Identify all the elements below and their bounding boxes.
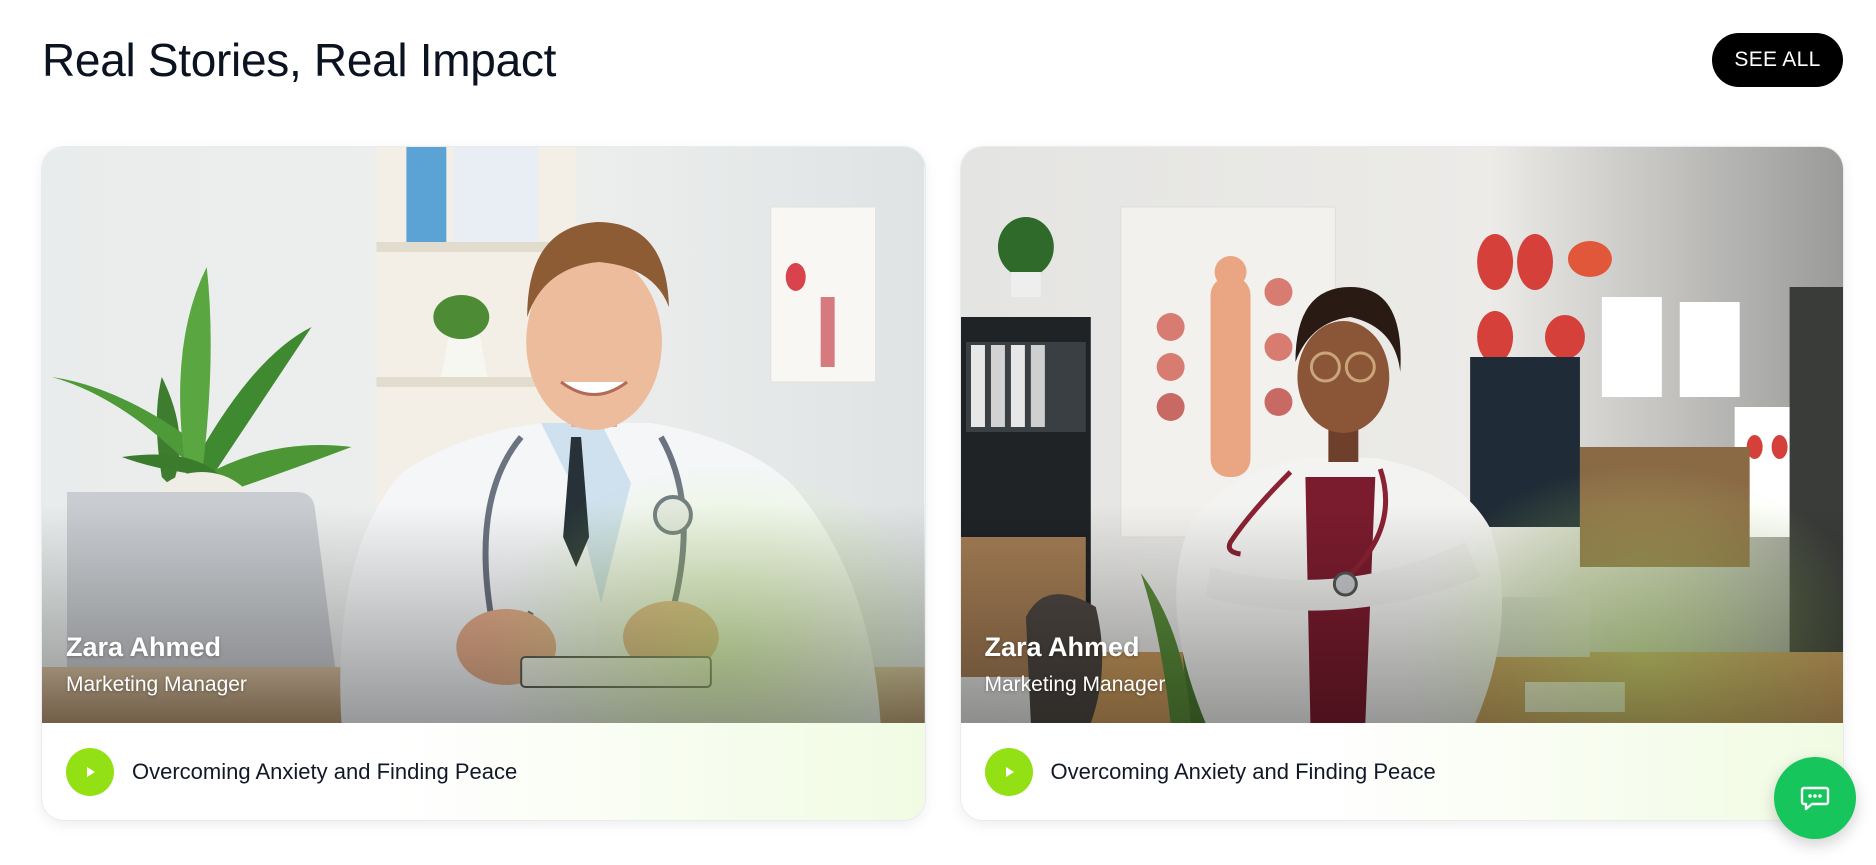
section-title: Real Stories, Real Impact	[42, 34, 557, 86]
person-role: Marketing Manager	[984, 673, 1166, 696]
play-button[interactable]	[984, 747, 1033, 796]
person-info: Zara Ahmed Marketing Manager	[985, 632, 1166, 697]
story-card[interactable]: Zara Ahmed Marketing Manager Overcoming …	[960, 147, 1843, 820]
person-name: Zara Ahmed	[66, 632, 222, 662]
story-footer: Overcoming Anxiety and Finding Peace	[960, 723, 1843, 820]
story-title[interactable]: Overcoming Anxiety and Finding Peace	[1051, 759, 1436, 785]
chat-icon	[1800, 786, 1830, 811]
see-all-button[interactable]: SEE ALL	[1712, 33, 1843, 87]
play-icon	[87, 766, 95, 777]
story-footer: Overcoming Anxiety and Finding Peace	[42, 723, 925, 820]
person-role: Marketing Manager	[66, 673, 247, 696]
story-title[interactable]: Overcoming Anxiety and Finding Peace	[132, 759, 517, 785]
play-icon	[1005, 766, 1014, 777]
play-button[interactable]	[66, 747, 114, 796]
person-info: Zara Ahmed Marketing Manager	[66, 632, 247, 697]
story-cards: Zara Ahmed Marketing Manager Overcoming …	[42, 147, 1843, 820]
story-photo[interactable]: Zara Ahmed Marketing Manager	[42, 147, 925, 723]
person-name: Zara Ahmed	[984, 632, 1140, 662]
story-photo[interactable]: Zara Ahmed Marketing Manager	[960, 147, 1843, 723]
chat-button[interactable]	[1774, 757, 1856, 839]
story-card[interactable]: Zara Ahmed Marketing Manager Overcoming …	[42, 147, 925, 820]
section-header: Real Stories, Real Impact SEE ALL	[42, 33, 1843, 87]
